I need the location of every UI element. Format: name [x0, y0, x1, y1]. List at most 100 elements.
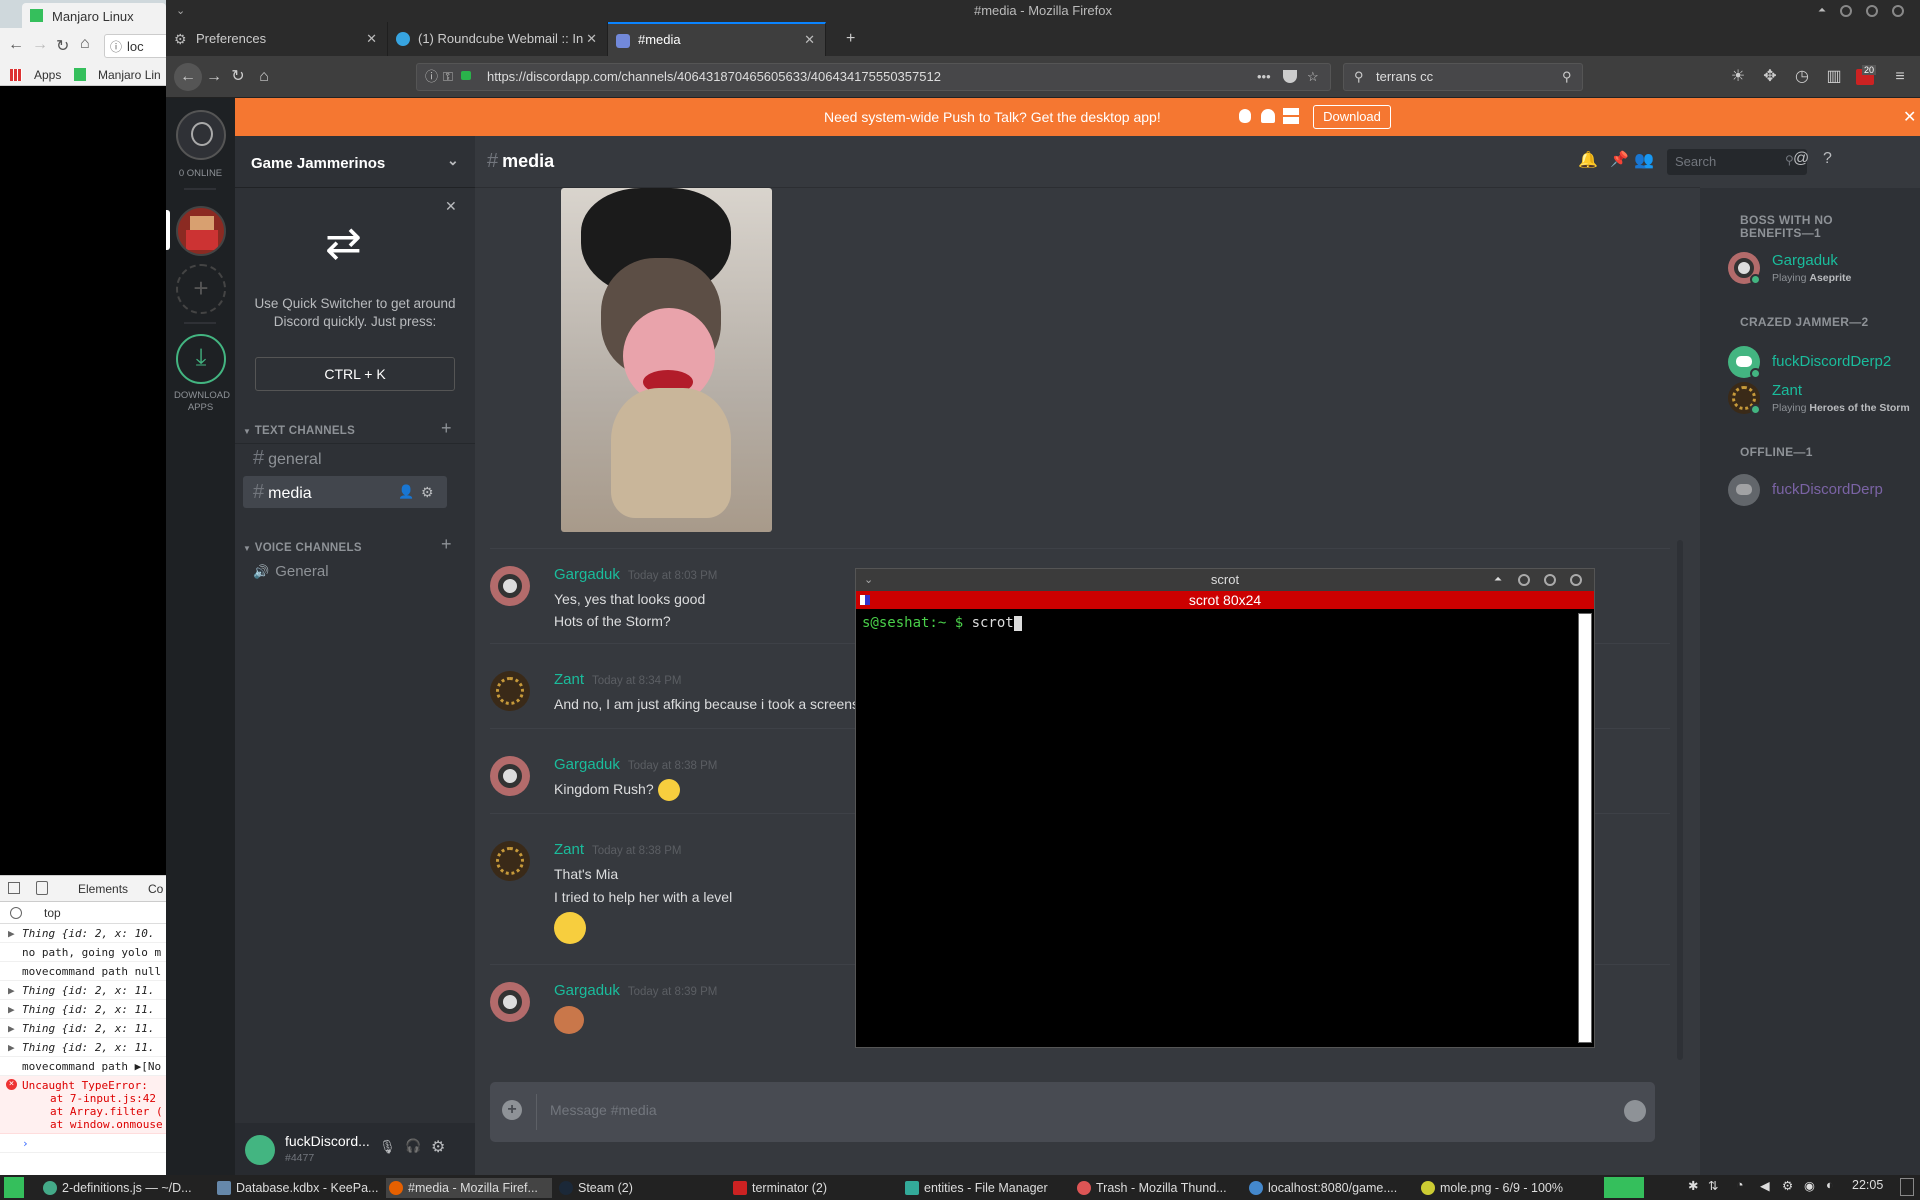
new-tab-icon[interactable]: + [846, 30, 855, 48]
window-menu-icon[interactable]: ⌄ [176, 0, 185, 22]
minimize-icon[interactable] [1518, 574, 1530, 586]
message-composer[interactable]: + Message #media [490, 1082, 1655, 1142]
pin-icon[interactable]: 📌 [1610, 150, 1629, 168]
taskbar-item[interactable]: mole.png - 6/9 - 100% [1418, 1178, 1588, 1198]
device-icon[interactable] [36, 881, 48, 895]
taskbar-item[interactable]: localhost:8080/game.... [1246, 1178, 1416, 1198]
taskbar-item[interactable]: #media - Mozilla Firef... [386, 1178, 552, 1198]
clock[interactable]: 22:05 [1852, 1178, 1883, 1192]
pocket-icon[interactable] [1283, 70, 1297, 83]
close-window-icon[interactable] [1892, 5, 1904, 17]
gear-icon[interactable]: ⚙ [421, 476, 434, 508]
member-gargaduk[interactable]: Gargaduk Playing Aseprite [1728, 252, 1918, 292]
avatar[interactable] [490, 566, 530, 606]
expand-triangle-icon[interactable]: ▶ [8, 1019, 15, 1037]
avatar[interactable] [490, 841, 530, 881]
taskbar-item[interactable]: terminator (2) [730, 1178, 900, 1198]
volume-icon[interactable]: ◀ [1760, 1178, 1770, 1193]
monkey-emoji-icon[interactable] [554, 1006, 584, 1034]
steam-tray-icon[interactable]: ◉ [1804, 1178, 1815, 1193]
member-fuckdiscordderp[interactable]: fuckDiscordDerp [1728, 474, 1918, 514]
forward-icon[interactable]: → [32, 36, 48, 54]
chevron-down-icon[interactable]: ⌄ [447, 152, 459, 169]
back-icon[interactable]: ← [174, 63, 202, 91]
bookmark-apps[interactable]: Apps [34, 68, 61, 82]
add-guild-icon[interactable]: + [176, 264, 226, 314]
tab-media[interactable]: #media ✕ [608, 22, 826, 56]
bluetooth-icon[interactable]: ✱ [1688, 1178, 1698, 1193]
inspect-icon[interactable] [8, 882, 20, 894]
clear-console-icon[interactable] [10, 907, 22, 919]
voice-channels-category[interactable]: ▼ VOICE CHANNELS [243, 542, 362, 554]
bell-icon[interactable]: 🔔 [1578, 150, 1598, 170]
guild-header[interactable]: Game Jammerinos ⌄ [235, 136, 475, 188]
wifi-icon[interactable]: ◔ [1736, 1178, 1744, 1192]
expand-triangle-icon[interactable]: ▶ [8, 981, 15, 999]
chat-scrollbar[interactable] [1677, 540, 1683, 1060]
mention-icon[interactable]: @ [1793, 150, 1809, 168]
mute-mic-icon[interactable]: 🎙 [379, 1139, 396, 1155]
avatar[interactable] [490, 671, 530, 711]
tab-preferences[interactable]: ⚙ Preferences ✕ [166, 22, 388, 56]
download-apps-icon[interactable]: ⤓ [176, 334, 226, 384]
add-channel-icon[interactable]: + [441, 418, 452, 439]
manjaro-menu-icon[interactable] [4, 1177, 24, 1198]
grin-emoji-icon[interactable] [554, 912, 586, 944]
bookmark-manjaro[interactable]: Manjaro Lin [98, 68, 161, 82]
devtools-tab-console[interactable]: Co [148, 882, 163, 896]
channel-general[interactable]: # general [243, 442, 447, 474]
upload-icon[interactable]: + [502, 1100, 522, 1120]
taskbar-item[interactable]: Steam (2) [556, 1178, 726, 1198]
close-tab-icon[interactable]: ✕ [366, 22, 377, 56]
close-tab-icon[interactable]: ✕ [586, 22, 597, 56]
error-line[interactable]: at 7-input.js:42 [22, 1092, 166, 1105]
settings-gear-icon[interactable]: ⚙ [431, 1137, 445, 1157]
help-icon[interactable]: ? [1823, 150, 1832, 168]
message-author[interactable]: Zant Today at 8:38 PM [554, 841, 682, 858]
tab-roundcube[interactable]: (1) Roundcube Webmail :: In ✕ [388, 22, 608, 56]
add-channel-icon[interactable]: + [441, 534, 452, 555]
info-icon[interactable]: ⓘ [425, 64, 438, 90]
terminal-body[interactable]: s@seshat:~ $ scrot [858, 611, 1576, 1045]
network-icon[interactable]: ⇅ [1708, 1178, 1718, 1193]
download-button[interactable]: Download [1313, 105, 1391, 129]
image-attachment[interactable] [561, 188, 772, 532]
sun-icon[interactable]: ☀ [1728, 67, 1748, 87]
close-window-icon[interactable] [1570, 574, 1582, 586]
puzzle-icon[interactable]: ✥ [1760, 67, 1780, 87]
bookmark-star-icon[interactable]: ☆ [1307, 64, 1319, 90]
close-tip-icon[interactable]: ✕ [445, 198, 457, 215]
member-zant[interactable]: Zant Playing Heroes of the Storm [1728, 382, 1918, 422]
updates-icon[interactable]: ◐ [1826, 1178, 1834, 1192]
expand-triangle-icon[interactable]: ▶ [8, 1038, 15, 1056]
friends-icon[interactable] [176, 110, 226, 160]
search-input[interactable]: Search ⚲ [1667, 149, 1807, 175]
smiley-emoji-icon[interactable] [657, 779, 680, 802]
taskbar-item[interactable]: Trash - Mozilla Thund... [1074, 1178, 1244, 1198]
page-actions-icon[interactable]: ••• [1257, 64, 1271, 90]
reload-icon[interactable]: ↻ [228, 67, 248, 87]
avatar[interactable] [490, 982, 530, 1022]
message-author[interactable]: Gargaduk Today at 8:39 PM [554, 982, 717, 999]
search-go-icon[interactable]: ⚲ [1562, 64, 1572, 90]
search-bar[interactable]: ⚲ terrans cc ⚲ [1343, 63, 1583, 91]
maximize-icon[interactable] [1544, 574, 1556, 586]
terminal-scrollbar[interactable] [1578, 613, 1592, 1043]
taskbar-item[interactable]: Database.kdbx - KeePa... [214, 1178, 384, 1198]
reload-icon[interactable]: ↻ [56, 36, 69, 56]
taskbar-item[interactable]: entities - File Manager [902, 1178, 1072, 1198]
message-author[interactable]: Zant Today at 8:34 PM [554, 671, 682, 688]
menu-icon[interactable]: ≡ [1890, 67, 1910, 87]
invite-icon[interactable]: 👤 [398, 476, 414, 508]
taskbar-item[interactable]: 2-definitions.js — ~/D... [40, 1178, 210, 1198]
devtools-tab-elements[interactable]: Elements [78, 882, 128, 896]
chrome-address-bar[interactable]: ⓘ loc [104, 34, 166, 58]
channel-media[interactable]: # media 👤 ⚙ [243, 476, 447, 508]
workspace-switcher[interactable] [1604, 1177, 1644, 1198]
guild-game-jammerinos[interactable] [176, 206, 226, 256]
maximize-icon[interactable] [1866, 5, 1878, 17]
message-author[interactable]: Gargaduk Today at 8:03 PM [554, 566, 717, 583]
url-bar[interactable]: ⓘ ⚿ https://discordapp.com/channels/4064… [416, 63, 1331, 91]
chrome-tab[interactable]: Manjaro Linux [22, 3, 166, 28]
close-banner-icon[interactable]: ✕ [1903, 107, 1916, 127]
